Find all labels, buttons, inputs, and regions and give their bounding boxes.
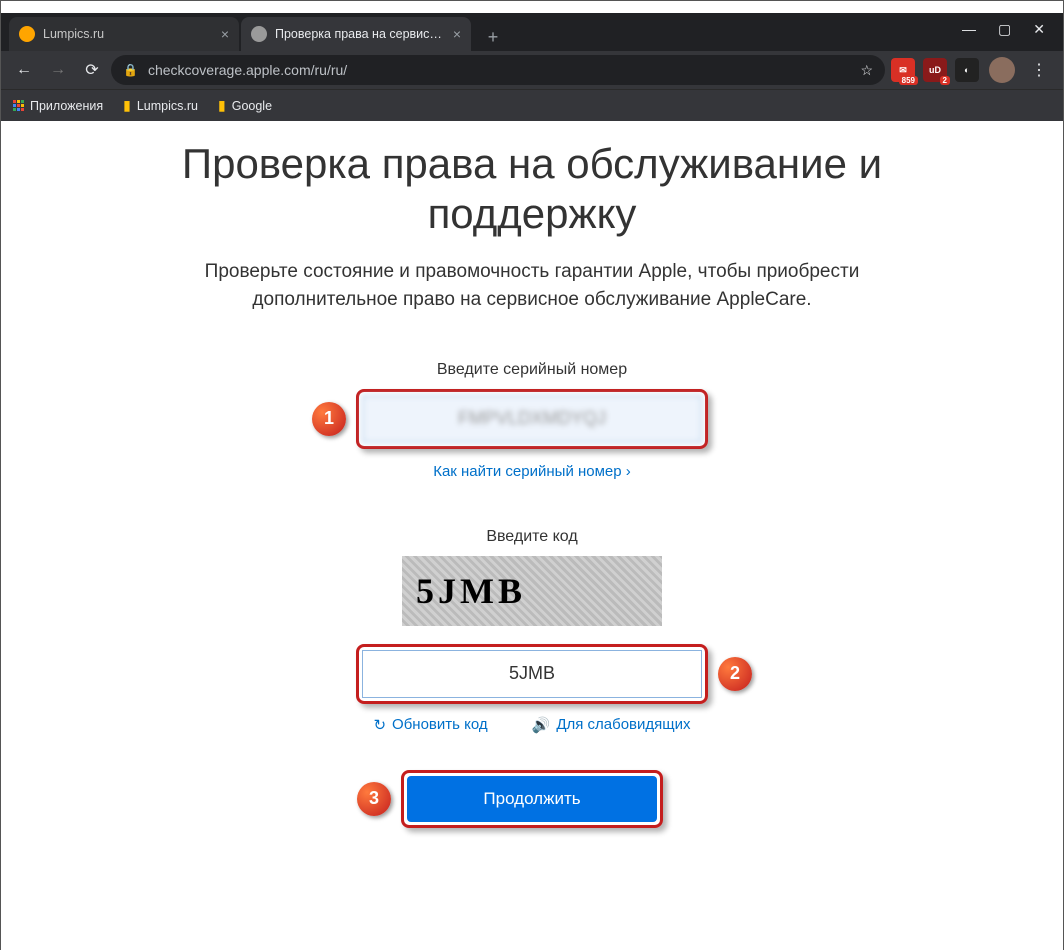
annotation-marker-1: 1 (312, 402, 346, 436)
tab-label: Lumpics.ru (43, 27, 213, 41)
refresh-label: Обновить код (392, 716, 488, 733)
apps-grid-icon (13, 100, 24, 111)
back-button[interactable]: ← (9, 55, 39, 85)
bookmark-label: Lumpics.ru (137, 99, 198, 113)
extension-badge: 859 (899, 76, 918, 85)
tab-apple-coverage[interactable]: Проверка права на сервисное о × (241, 17, 471, 51)
url-text: checkcoverage.apple.com/ru/ru/ (148, 62, 347, 78)
serial-help-link[interactable]: Как найти серийный номер › (433, 463, 631, 480)
audio-icon: 🔊 (532, 716, 551, 734)
favicon-icon (19, 26, 35, 42)
minimize-icon[interactable]: — (962, 21, 976, 38)
extension-gmail[interactable]: ✉ 859 (891, 58, 915, 82)
extension-label: ◐ (964, 65, 969, 75)
window-titlebar (1, 1, 1063, 13)
new-tab-button[interactable]: + (479, 23, 507, 51)
tab-strip: Lumpics.ru × Проверка права на сервисное… (1, 13, 1063, 51)
extension-label: ✉ (899, 65, 907, 76)
browser-chrome: Lumpics.ru × Проверка права на сервисное… (1, 13, 1063, 121)
page-content: Проверка права на обслуживание и поддерж… (142, 121, 922, 868)
annotation-highlight (356, 389, 708, 449)
close-icon[interactable]: × (221, 26, 229, 42)
close-icon[interactable]: ✕ (1033, 21, 1045, 38)
reload-button[interactable]: ⟳ (77, 55, 107, 85)
code-input[interactable] (362, 650, 702, 698)
serial-input[interactable] (362, 395, 702, 443)
folder-icon: ▮ (123, 97, 131, 114)
code-label: Введите код (162, 528, 902, 546)
captcha-section: Введите код 5JMB 2 ↻ Обновить код 🔊 Для … (162, 528, 902, 734)
annotation-marker-2: 2 (718, 657, 752, 691)
audio-label: Для слабовидящих (556, 716, 690, 733)
apps-button[interactable]: Приложения (13, 99, 103, 113)
audio-captcha-link[interactable]: 🔊 Для слабовидящих (532, 716, 691, 734)
menu-button[interactable]: ⋮ (1023, 60, 1055, 80)
serial-input-group: 1 (356, 389, 708, 449)
continue-group: 3 Продолжить (401, 770, 663, 828)
close-icon[interactable]: × (453, 26, 461, 42)
maximize-icon[interactable]: ▢ (998, 21, 1011, 38)
bookmark-lumpics[interactable]: ▮ Lumpics.ru (123, 97, 198, 114)
toolbar: ← → ⟳ 🔒 checkcoverage.apple.com/ru/ru/ ☆… (1, 51, 1063, 89)
annotation-highlight (356, 644, 708, 704)
tab-label: Проверка права на сервисное о (275, 27, 445, 41)
address-bar[interactable]: 🔒 checkcoverage.apple.com/ru/ru/ ☆ (111, 55, 885, 85)
window-controls: — ▢ ✕ (962, 13, 1059, 38)
captcha-image: 5JMB (402, 556, 662, 626)
page-title: Проверка права на обслуживание и поддерж… (162, 139, 902, 240)
favicon-icon (251, 26, 267, 42)
extension-badge: 2 (940, 76, 950, 85)
refresh-captcha-link[interactable]: ↻ Обновить код (373, 716, 487, 734)
refresh-icon: ↻ (373, 716, 386, 734)
apps-label: Приложения (30, 99, 103, 113)
page-subtitle: Проверьте состояние и правомочность гара… (162, 258, 902, 315)
extension-ublock[interactable]: uD 2 (923, 58, 947, 82)
captcha-actions: ↻ Обновить код 🔊 Для слабовидящих (162, 716, 902, 734)
extension-dark[interactable]: ◐ (955, 58, 979, 82)
bookmark-label: Google (232, 99, 272, 113)
annotation-highlight: Продолжить (401, 770, 663, 828)
continue-button[interactable]: Продолжить (407, 776, 657, 822)
folder-icon: ▮ (218, 97, 226, 114)
lock-icon: 🔒 (123, 63, 138, 77)
page-viewport: Проверка права на обслуживание и поддерж… (1, 121, 1063, 951)
bookmark-star-icon[interactable]: ☆ (860, 62, 873, 79)
serial-label: Введите серийный номер (162, 361, 902, 379)
profile-avatar[interactable] (989, 57, 1015, 83)
bookmark-google[interactable]: ▮ Google (218, 97, 272, 114)
forward-button[interactable]: → (43, 55, 73, 85)
code-input-group: 2 (356, 644, 708, 704)
bookmarks-bar: Приложения ▮ Lumpics.ru ▮ Google (1, 89, 1063, 121)
annotation-marker-3: 3 (357, 782, 391, 816)
extension-label: uD (929, 65, 941, 75)
tab-lumpics[interactable]: Lumpics.ru × (9, 17, 239, 51)
